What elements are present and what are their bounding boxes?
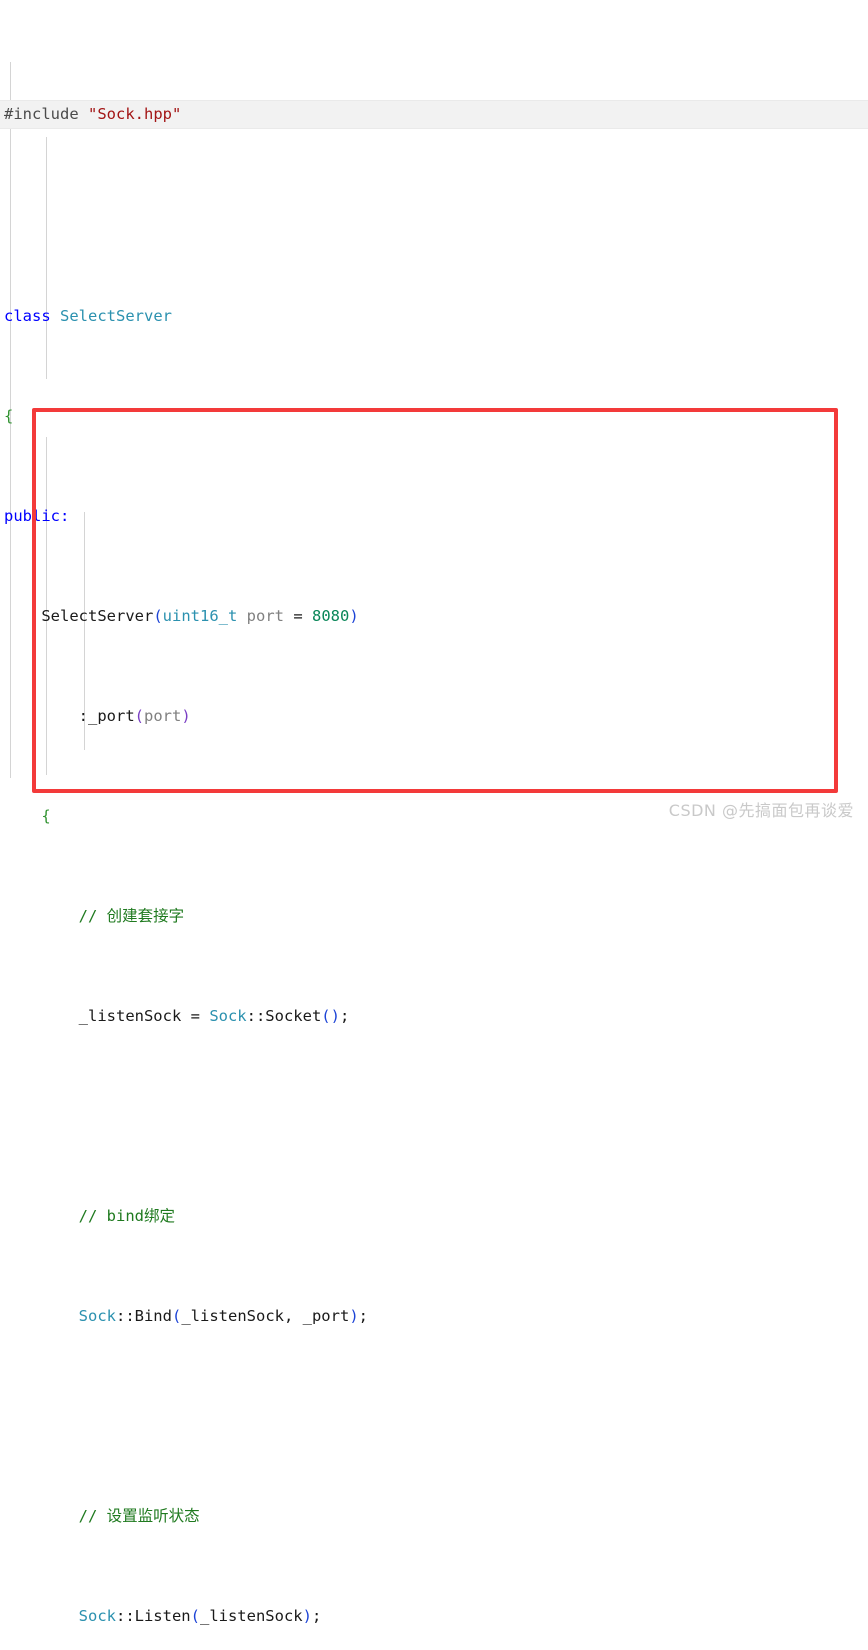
token-paren: ) [302,1607,312,1625]
code-line[interactable] [0,204,868,229]
code-editor[interactable]: #include "Sock.hpp" class SelectServer {… [0,0,868,1625]
code-line[interactable]: #include "Sock.hpp" [0,100,868,129]
token-paren: ( [171,1307,182,1325]
code-line[interactable] [0,1104,868,1129]
token-comment: // bind绑定 [78,1207,175,1225]
token-paren: ( [153,607,163,625]
code-line[interactable]: SelectServer(uint16_t port = 8080) [0,604,868,629]
token-semicolon: ; [358,1307,368,1325]
token-identifier: _listenSock = [78,1007,210,1025]
token-init-arg: port [144,707,182,725]
token-paren: ( [190,1607,200,1625]
token-brace: { [4,407,14,425]
code-line[interactable]: class SelectServer [0,304,868,329]
code-line[interactable]: // bind绑定 [0,1204,868,1229]
token-assign: = [293,607,303,625]
token-keyword-public: public: [4,507,70,525]
token-class-ref: Sock [209,1007,247,1025]
token-class-ref: Sock [78,1307,116,1325]
token-default-port: 8080 [312,607,350,625]
token-param-type: uint16_t [162,607,238,625]
token-include-path: "Sock.hpp" [88,105,182,123]
token-args: _listenSock, _port [181,1307,350,1325]
token-semicolon: ; [339,1007,350,1025]
token-args: _listenSock [199,1607,303,1625]
token-ctor-name: SelectServer [41,607,154,625]
code-line[interactable]: Sock::Listen(_listenSock); [0,1604,868,1629]
token-brace: { [41,807,51,825]
code-line[interactable]: _listenSock = Sock::Socket(); [0,1004,868,1029]
token-class-name: SelectServer [60,307,172,325]
token-comment: // 设置监听状态 [78,1507,200,1525]
code-line[interactable]: // 设置监听状态 [0,1504,868,1529]
token-member-call: ::Socket [246,1007,322,1025]
code-line[interactable] [0,1404,868,1429]
token-keyword-class: class [4,307,51,325]
code-line[interactable]: :_port(port) [0,704,868,729]
token-preprocessor: #include [4,105,79,123]
token-param-name: port [246,607,284,625]
csdn-watermark: CSDN @先搞面包再谈爱 [668,801,854,820]
code-content[interactable]: #include "Sock.hpp" class SelectServer {… [0,0,868,1625]
code-line[interactable]: // 创建套接字 [0,904,868,929]
token-semicolon: ; [311,1607,322,1625]
token-comment: // 创建套接字 [78,907,185,925]
token-paren: ) [349,1307,359,1325]
code-line[interactable]: public: [0,504,868,529]
token-class-ref: Sock [78,1607,116,1625]
token-paren: () [321,1007,340,1025]
code-line[interactable]: Sock::Bind(_listenSock, _port); [0,1304,868,1329]
token-init-list: :_port [78,707,135,725]
token-paren: ) [181,707,191,725]
token-member-call: ::Bind [115,1307,172,1325]
code-line[interactable]: { [0,404,868,429]
token-member-call: ::Listen [115,1607,191,1625]
token-paren: ) [349,607,359,625]
token-paren: ( [134,707,144,725]
